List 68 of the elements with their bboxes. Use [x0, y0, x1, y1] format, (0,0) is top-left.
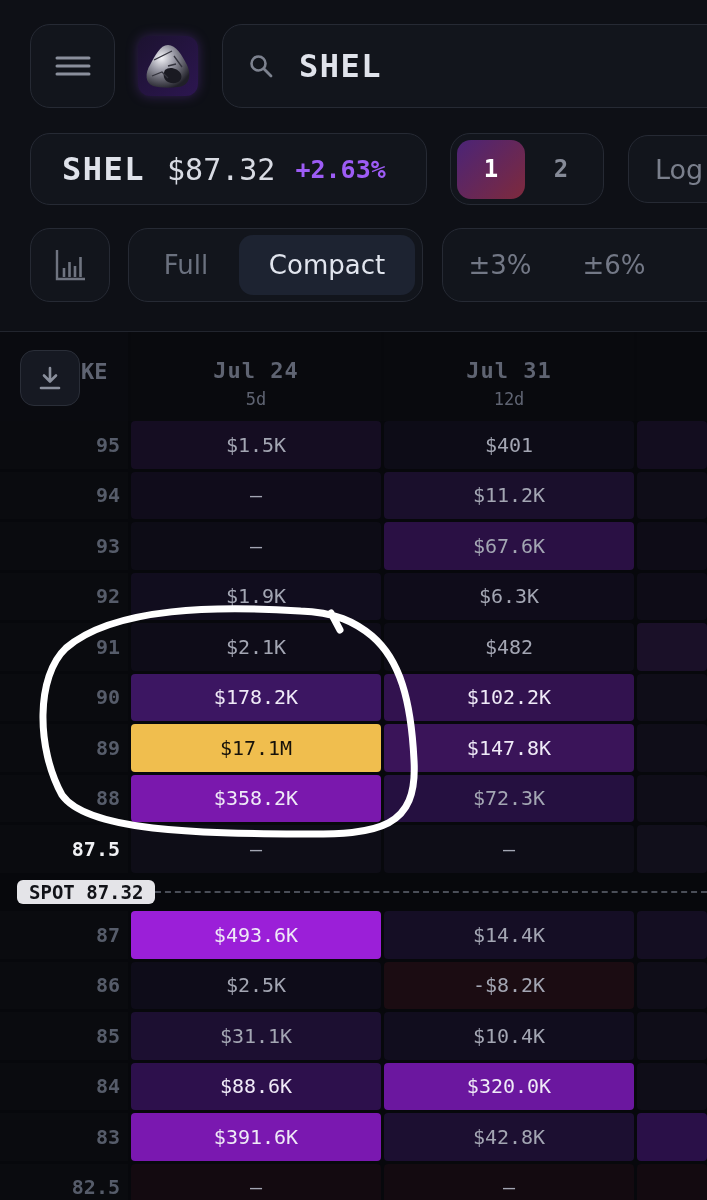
heatmap-cell: $6.3K: [384, 572, 634, 620]
heatmap-cell: $401: [384, 421, 634, 469]
strike-label: 84: [95, 1074, 120, 1099]
strike-label: 87: [95, 922, 120, 947]
heatmap-cell: $72.3K: [384, 774, 634, 822]
heatmap-cell: $88.6K: [131, 1062, 381, 1110]
chart-button[interactable]: [30, 228, 110, 302]
heatmap-cell: $42.8K: [384, 1113, 634, 1161]
heatmap-cell: $11.2K: [384, 471, 634, 519]
heatmap-cell: $178.2K: [131, 673, 381, 721]
page-tab[interactable]: 1: [457, 139, 525, 199]
download-button[interactable]: [20, 350, 80, 406]
spot-price-badge: SPOT 87.32: [17, 879, 156, 904]
strike-label: 88: [95, 786, 120, 811]
strike-label: 82.5: [71, 1175, 120, 1200]
heatmap-cell: —: [131, 522, 381, 570]
heatmap-cell: $147.8K: [384, 724, 634, 772]
download-icon: [39, 366, 61, 390]
menu-icon: [54, 55, 91, 77]
days-to-expiry: 5d: [245, 389, 267, 409]
strike-label: 94: [95, 483, 120, 508]
strike-label: 95: [95, 432, 120, 457]
search-field[interactable]: SHEL: [222, 24, 707, 108]
strike-label: 90: [95, 685, 120, 710]
heatmap-cell: $482: [384, 623, 634, 671]
heatmap-cell: —: [384, 825, 634, 873]
strike-label: 93: [95, 533, 120, 558]
expiry-date: Jul 31: [466, 358, 552, 383]
heatmap-cell: $493.6K: [131, 911, 381, 959]
heatmap-cell: $102.2K: [384, 673, 634, 721]
strike-header: KE: [81, 359, 108, 384]
range-option[interactable]: ±3%: [443, 235, 557, 295]
price-text: $87.32: [167, 151, 276, 187]
page-tab[interactable]: 2: [527, 139, 595, 199]
view-tab[interactable]: Compact: [239, 235, 415, 295]
change-percent: +2.63%: [295, 154, 386, 184]
strike-label: 91: [95, 634, 120, 659]
heatmap-cell: $391.6K: [131, 1113, 381, 1161]
heatmap-cell: $31.1K: [131, 1012, 381, 1060]
heatmap-cell: —: [131, 471, 381, 519]
days-to-expiry: 12d: [493, 389, 525, 409]
heatmap-cell: —: [131, 1163, 381, 1200]
heatmap-cell: -$8.2K: [384, 961, 634, 1009]
heatmap-cell: $358.2K: [131, 774, 381, 822]
app-logo-icon: [138, 36, 198, 96]
strike-label: 92: [95, 584, 120, 609]
ticker-symbol: SHEL: [62, 150, 146, 188]
header-button[interactable]: Log: [628, 135, 707, 203]
heatmap-cell: $2.5K: [131, 961, 381, 1009]
strike-label: 83: [95, 1124, 120, 1149]
strike-label: 87.5: [71, 836, 120, 861]
menu-button[interactable]: [30, 24, 115, 108]
heatmap-cell: $14.4K: [384, 911, 634, 959]
heatmap-cell: $2.1K: [131, 623, 381, 671]
heatmap-cell: —: [384, 1163, 634, 1200]
heatmap-cell: $10.4K: [384, 1012, 634, 1060]
heatmap-cell: $1.5K: [131, 421, 381, 469]
bar-chart-icon: [54, 248, 86, 282]
heatmap-cell: $17.1M: [131, 724, 381, 772]
strike-label: 86: [95, 973, 120, 998]
strike-label: 85: [95, 1023, 120, 1048]
expiry-date: Jul 24: [213, 358, 299, 383]
heatmap-cell: $320.0K: [384, 1062, 634, 1110]
strike-label: 89: [95, 735, 120, 760]
view-tab[interactable]: Full: [135, 235, 237, 295]
search-icon: [249, 54, 273, 78]
range-option[interactable]: ±6%: [557, 235, 671, 295]
heatmap-cell: $67.6K: [384, 522, 634, 570]
